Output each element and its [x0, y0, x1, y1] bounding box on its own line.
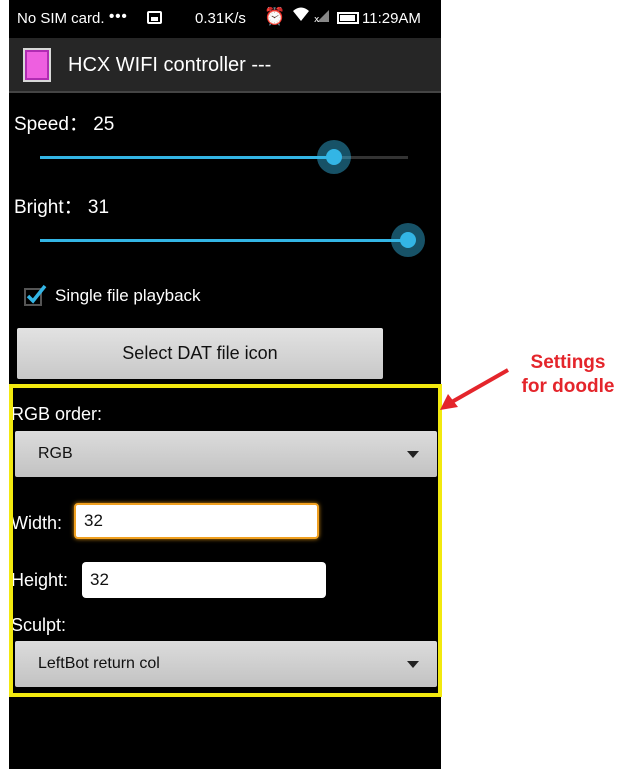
select-dat-file-button[interactable]: Select DAT file icon	[17, 328, 383, 379]
annotation-arrow-icon	[440, 368, 509, 410]
action-bar: HCX WIFI controller ---	[9, 38, 441, 93]
speed-slider-track[interactable]	[40, 156, 408, 159]
more-dots: •••	[109, 8, 128, 25]
image-icon	[147, 11, 162, 24]
speed-value: 25	[93, 114, 115, 135]
carrier-text: No SIM card.	[17, 10, 105, 27]
speed-slider-fill	[40, 156, 335, 159]
bright-slider-track[interactable]	[40, 239, 408, 242]
speed-slider-thumb[interactable]	[317, 140, 352, 174]
net-speed-text: 0.31K/s	[195, 10, 246, 27]
speed-label: Speed： 25	[14, 114, 115, 135]
single-file-label: Single file playback	[55, 286, 201, 305]
bright-slider-fill	[40, 239, 408, 242]
clock-text: 11:29AM	[362, 10, 421, 27]
svg-text:x: x	[314, 15, 320, 23]
bright-slider-thumb[interactable]	[391, 223, 425, 257]
app-icon	[23, 48, 51, 82]
wifi-icon	[292, 6, 310, 27]
annotation-text: Settings for doodle	[505, 351, 631, 399]
doodle-settings-highlight	[9, 384, 442, 697]
bright-value: 31	[87, 197, 110, 218]
signal-icon: x	[314, 9, 330, 26]
alarm-icon: ⏰	[264, 7, 286, 26]
annotation-line-1: Settings	[530, 352, 606, 373]
bright-label: Bright： 31	[14, 197, 110, 218]
annotation-line-2: for doodle	[521, 376, 615, 397]
status-bar: No SIM card. ••• 0.31K/s ⏰ x 11:29AM	[9, 0, 441, 38]
battery-icon	[337, 12, 359, 24]
single-file-checkbox[interactable]	[23, 283, 47, 307]
app-title: HCX WIFI controller ---	[68, 54, 272, 76]
